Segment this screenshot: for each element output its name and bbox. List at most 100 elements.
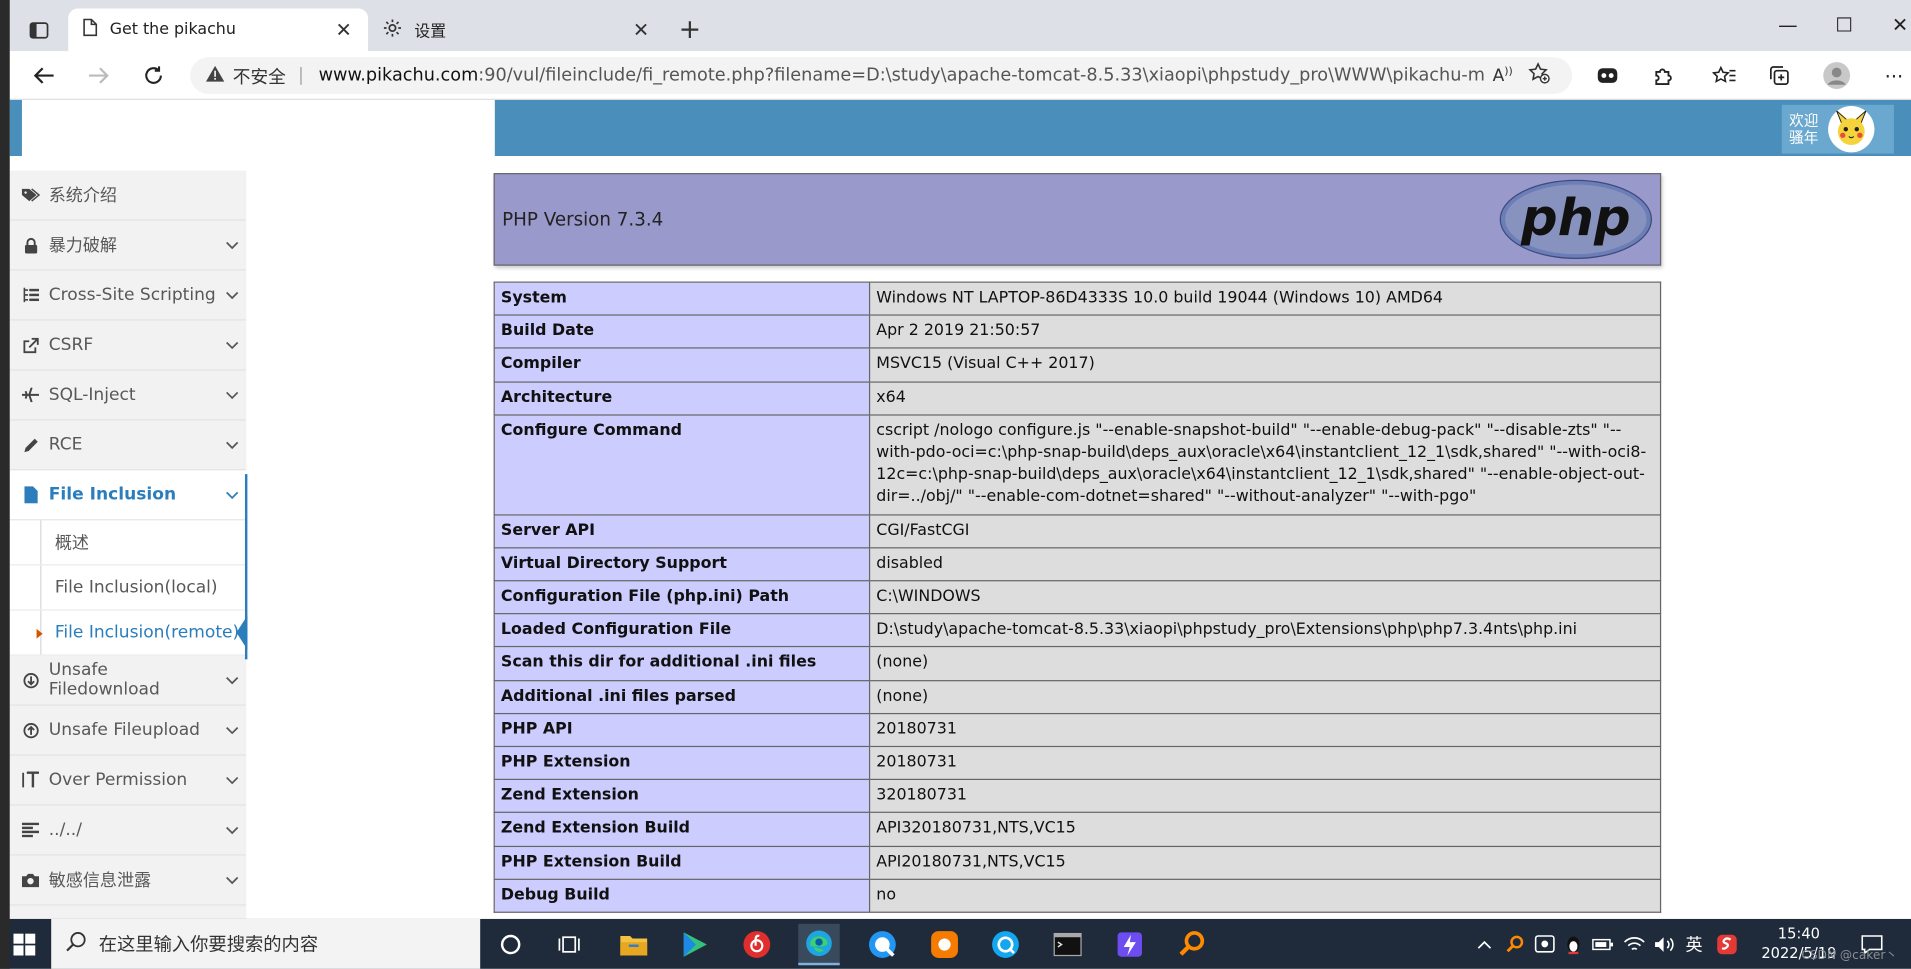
more-menu-icon[interactable]: ··· bbox=[1877, 61, 1911, 90]
qq-icon[interactable] bbox=[985, 924, 1026, 965]
browser-toolbar: 不安全 | www.pikachu.com :90/vul/fileinclud… bbox=[0, 51, 1911, 100]
php-logo-text: php bbox=[1520, 188, 1631, 248]
active-section-bar bbox=[244, 474, 248, 660]
qq-browser-icon[interactable] bbox=[862, 924, 903, 965]
sidebar-subitem-local[interactable]: File Inclusion(local) bbox=[9, 565, 247, 611]
phpinfo-value: API320180731,NTS,VC15 bbox=[868, 812, 1662, 847]
tab-settings[interactable]: 设置 ✕ bbox=[368, 9, 665, 52]
phpinfo-header: PHP Version 7.3.4 php bbox=[493, 173, 1662, 266]
battery-icon[interactable] bbox=[1589, 919, 1616, 969]
maximize-button[interactable]: ☐ bbox=[1816, 10, 1872, 42]
minimize-button[interactable]: — bbox=[1760, 10, 1816, 42]
phpinfo-value: C:\WINDOWS bbox=[868, 580, 1662, 615]
tab-pikachu[interactable]: Get the pikachu ✕ bbox=[68, 8, 369, 52]
phpinfo-row: Additional .ini files parsed (none) bbox=[493, 679, 1662, 715]
sidebar-item-label: RCE bbox=[48, 435, 83, 455]
sidebar-item-file-inclusion[interactable]: File Inclusion bbox=[9, 470, 247, 521]
phpinfo-row: Compiler MSVC15 (Visual C++ 2017) bbox=[493, 347, 1662, 383]
tray-qq-penguin-icon[interactable] bbox=[1560, 919, 1587, 969]
forward-icon[interactable] bbox=[80, 59, 117, 93]
phpinfo-key: PHP Extension Build bbox=[493, 845, 871, 880]
sidebar-item-brute-force[interactable]: 暴力破解 bbox=[9, 221, 247, 271]
file-icon bbox=[20, 486, 42, 504]
sidebar-subitem-label: File Inclusion(local) bbox=[54, 577, 218, 598]
netease-music-icon[interactable] bbox=[736, 924, 777, 965]
terminal-icon[interactable] bbox=[1047, 924, 1088, 965]
sidebar-item-csrf[interactable]: CSRF bbox=[9, 321, 247, 371]
read-aloud-icon[interactable]: A)) bbox=[1484, 65, 1521, 85]
phpinfo-row: Debug Build no bbox=[493, 878, 1662, 913]
upload-circle-icon bbox=[20, 722, 42, 739]
new-tab-button[interactable]: + bbox=[673, 15, 707, 47]
address-divider: | bbox=[297, 65, 304, 86]
sidebar-subitem-overview[interactable]: 概述 bbox=[9, 520, 247, 566]
security-label[interactable]: 不安全 bbox=[233, 63, 286, 89]
close-window-button[interactable]: ✕ bbox=[1872, 10, 1911, 42]
close-tab-icon[interactable]: ✕ bbox=[334, 18, 354, 41]
sidebar-item-label: Unsafe Fileupload bbox=[48, 720, 200, 740]
add-favorite-icon[interactable] bbox=[1521, 62, 1558, 89]
tray-screenshot-icon[interactable] bbox=[1531, 919, 1558, 969]
sidebar-item-over-permission[interactable]: Over Permission bbox=[9, 756, 247, 806]
wifi-icon[interactable] bbox=[1621, 919, 1648, 969]
phpinfo-row: Server API CGI/FastCGI bbox=[493, 513, 1662, 549]
phpinfo-key: Zend Extension bbox=[493, 779, 871, 814]
edge-browser-icon[interactable] bbox=[798, 923, 840, 966]
file-explorer-icon[interactable] bbox=[613, 924, 654, 965]
search-tool-icon[interactable] bbox=[1171, 924, 1212, 965]
sidebar-item-unsafe-fileupload[interactable]: Unsafe Fileupload bbox=[9, 706, 247, 756]
collections-icon[interactable] bbox=[1762, 61, 1796, 90]
sidebar-item-rce[interactable]: RCE bbox=[9, 420, 247, 471]
phpinfo-row: Virtual Directory Support disabled bbox=[493, 547, 1662, 582]
site-header: 欢迎骚年 bbox=[9, 99, 1911, 156]
welcome-text: 欢迎骚年 bbox=[1789, 112, 1819, 147]
sidebar-item-xss[interactable]: Cross-Site Scripting bbox=[9, 271, 247, 321]
sidebar-item-unsafe-filedownload[interactable]: Unsafe Filedownload bbox=[9, 656, 247, 706]
taskbar-search-box[interactable]: 在这里输入你要搜索的内容 bbox=[51, 918, 481, 969]
phpinfo-row: Configuration File (php.ini) Path C:\WIND… bbox=[493, 580, 1662, 615]
tab-title: 设置 bbox=[414, 23, 447, 42]
sidebar-item-intro[interactable]: 系统介绍 bbox=[9, 171, 247, 221]
sidebar-item-label: ../../ bbox=[48, 820, 82, 840]
phpinfo-table: System Windows NT LAPTOP-86D4333S 10.0 bu… bbox=[493, 281, 1662, 913]
phpinfo-value: no bbox=[868, 878, 1662, 913]
tray-search-tool-icon[interactable] bbox=[1502, 919, 1529, 969]
chevron-down-icon bbox=[217, 770, 246, 790]
orange-app-icon[interactable] bbox=[924, 924, 965, 965]
sidebar-subitem-label: 概述 bbox=[54, 533, 89, 554]
chevron-down-icon bbox=[217, 385, 246, 405]
sidebar-item-label: 敏感信息泄露 bbox=[48, 871, 152, 891]
game-controller-icon[interactable] bbox=[1590, 61, 1624, 90]
purple-app-icon[interactable] bbox=[1109, 924, 1150, 965]
cortana-icon[interactable] bbox=[490, 924, 531, 965]
user-welcome[interactable]: 欢迎骚年 bbox=[1781, 104, 1894, 154]
phpinfo-key: System bbox=[493, 281, 871, 316]
close-tab-icon[interactable]: ✕ bbox=[631, 18, 651, 41]
media-player-icon[interactable] bbox=[674, 924, 715, 965]
caret-right-icon bbox=[36, 628, 43, 639]
extensions-icon[interactable] bbox=[1647, 61, 1681, 90]
address-bar[interactable]: 不安全 | www.pikachu.com :90/vul/fileinclud… bbox=[190, 57, 1573, 94]
chevron-down-icon bbox=[217, 235, 246, 255]
phpinfo-value: API20180731,NTS,VC15 bbox=[868, 845, 1662, 880]
volume-icon[interactable] bbox=[1651, 919, 1678, 969]
phpinfo-key: PHP API bbox=[493, 712, 871, 748]
profile-avatar-icon[interactable] bbox=[1820, 61, 1854, 90]
favorites-icon[interactable] bbox=[1707, 61, 1741, 90]
phpinfo-key: Virtual Directory Support bbox=[493, 547, 871, 582]
ime-language-indicator[interactable]: 英 bbox=[1679, 919, 1708, 969]
sogou-input-icon[interactable] bbox=[1712, 919, 1741, 969]
tab-actions-icon[interactable] bbox=[17, 15, 61, 47]
back-icon[interactable] bbox=[26, 59, 63, 93]
task-view-icon[interactable] bbox=[550, 924, 591, 965]
sidebar-item-dir-traversal[interactable]: ../../ bbox=[9, 806, 247, 856]
chevron-down-icon bbox=[217, 285, 246, 305]
plane-icon bbox=[20, 386, 42, 403]
tray-expand-icon[interactable] bbox=[1472, 919, 1496, 969]
phpinfo-value: (none) bbox=[868, 646, 1662, 681]
refresh-icon[interactable] bbox=[135, 59, 172, 93]
sidebar-item-label: Unsafe Filedownload bbox=[48, 660, 160, 700]
sidebar-subitem-remote[interactable]: File Inclusion(remote) bbox=[9, 610, 248, 656]
sidebar-item-sql-inject[interactable]: SQL-Inject bbox=[9, 371, 247, 421]
sidebar-item-info-leak[interactable]: 敏感信息泄露 bbox=[9, 856, 247, 906]
